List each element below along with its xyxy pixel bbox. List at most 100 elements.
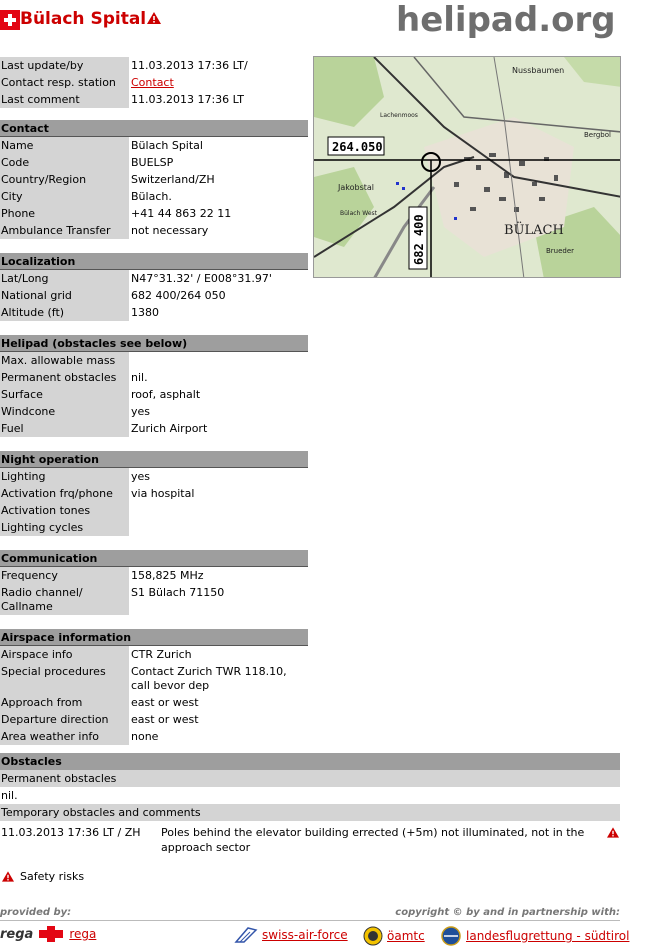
- airspace-section-header: Airspace information: [0, 629, 308, 646]
- communication-section-header: Communication: [0, 550, 308, 567]
- localization-rows: Lat/Long N47°31.32' / E008°31.97' National…: [0, 270, 308, 321]
- airspace-row: Approach from east or west: [0, 694, 308, 711]
- helipad-row-value: roof, asphalt: [131, 388, 201, 401]
- swiss-air-force-partner[interactable]: swiss-air-force: [234, 926, 348, 944]
- helipad-row: Permanent obstacles nil.: [0, 369, 308, 386]
- landesflugrettung-partner[interactable]: landesflugrettung - südtirol: [440, 926, 629, 946]
- airspace-row: Airspace info CTR Zurich: [0, 646, 308, 663]
- communication-row: Frequency 158,825 MHz: [0, 567, 308, 584]
- helipad-rows: Max. allowable mass Permanent obstacles ni…: [0, 352, 308, 437]
- safety-risks-label: Safety risks: [20, 870, 85, 883]
- contact-row: Ambulance Transfer not necessary: [0, 222, 308, 239]
- localization-row-label: Altitude (ft): [0, 304, 129, 321]
- communication-row-label: Radio channel/ Callname: [0, 584, 129, 615]
- map-place-label: Brueder: [546, 247, 574, 255]
- page-header: Bülach Spital helipad.org: [0, 0, 646, 44]
- rega-link[interactable]: rega: [69, 927, 96, 941]
- helipad-logo[interactable]: helipad.org: [396, 0, 616, 40]
- airspace-row-label: Approach from: [0, 694, 129, 711]
- communication-row-label: Frequency: [0, 567, 129, 584]
- last-update-row: Last update/by 11.03.2013 17:36 LT/: [0, 57, 308, 74]
- temporary-obstacle-entry: 11.03.2013 17:36 LT / ZH Poles behind th…: [0, 821, 620, 855]
- communication-row: Radio channel/ Callname S1 Bülach 71150: [0, 584, 308, 615]
- contact-row-value: BUELSP: [131, 156, 174, 169]
- rega-cross-icon: [37, 926, 65, 942]
- warning-icon: [2, 871, 14, 882]
- swiss-air-force-link[interactable]: swiss-air-force: [262, 928, 348, 942]
- night-row: Lighting cycles: [0, 519, 308, 536]
- helipad-row-value: nil.: [131, 371, 148, 384]
- localization-row: National grid 682 400/264 050: [0, 287, 308, 304]
- night-row-value: via hospital: [131, 487, 195, 500]
- contact-row-label: Phone: [0, 205, 129, 222]
- helipad-row-label: Permanent obstacles: [0, 369, 129, 386]
- contact-row: City Bülach.: [0, 188, 308, 205]
- oamtc-partner[interactable]: öamtc: [363, 926, 425, 946]
- contact-row-label: Name: [0, 137, 129, 154]
- airspace-row-label: Special procedures: [0, 663, 129, 694]
- airspace-row: Area weather info none: [0, 728, 308, 745]
- last-comment-value: 11.03.2013 17:36 LT: [131, 93, 245, 106]
- helipad-row: Surface roof, asphalt: [0, 386, 308, 403]
- last-comment-label: Last comment: [0, 91, 129, 108]
- helipad-row-value: yes: [131, 405, 151, 418]
- obstacles-section-header: Obstacles: [0, 753, 620, 770]
- map-image: 264.050 682 400 BÜLACH Nussbaumen Jakobs…: [314, 57, 620, 277]
- copyright-label: copyright © by and in partnership with:: [395, 907, 620, 918]
- contact-row-label: City: [0, 188, 129, 205]
- temporary-obstacle-description: Poles behind the elevator building errec…: [161, 826, 585, 854]
- helipad-row: Windcone yes: [0, 403, 308, 420]
- contact-row-value: Bülach Spital: [131, 139, 203, 152]
- contact-row-value: not necessary: [131, 224, 209, 237]
- permanent-obstacles-header: Permanent obstacles: [0, 770, 620, 787]
- contact-section-header: Contact: [0, 120, 308, 137]
- night-row-label: Lighting cycles: [0, 519, 129, 536]
- contact-link[interactable]: Contact: [131, 76, 174, 89]
- permanent-obstacles-value: nil.: [1, 789, 18, 802]
- oamtc-link[interactable]: öamtc: [387, 929, 425, 943]
- localization-row: Lat/Long N47°31.32' / E008°31.97': [0, 270, 308, 287]
- helipad-row-label: Fuel: [0, 420, 129, 437]
- helipad-row-value: Zurich Airport: [131, 422, 208, 435]
- rega-partner[interactable]: rega rega: [0, 926, 96, 942]
- night-row-label: Activation frq/phone: [0, 485, 129, 502]
- contact-row: Phone +41 44 863 22 11: [0, 205, 308, 222]
- map-place-label: Nussbaumen: [512, 66, 564, 75]
- contact-resp-label: Contact resp. station: [0, 74, 129, 91]
- localization-row-label: National grid: [0, 287, 129, 304]
- contact-row: Name Bülach Spital: [0, 137, 308, 154]
- contact-row-label: Code: [0, 154, 129, 171]
- location-map[interactable]: 264.050 682 400 BÜLACH Nussbaumen Jakobs…: [313, 56, 621, 278]
- last-update-value: 11.03.2013 17:36 LT/: [131, 59, 248, 72]
- rega-logo-text: rega: [0, 926, 34, 942]
- info-panel: Last update/by 11.03.2013 17:36 LT/ Cont…: [0, 57, 308, 745]
- localization-row: Altitude (ft) 1380: [0, 304, 308, 321]
- page-title: Bülach Spital: [20, 9, 147, 29]
- warning-icon: [607, 827, 619, 838]
- contact-row-value: +41 44 863 22 11: [131, 207, 232, 220]
- airspace-rows: Airspace info CTR Zurich Special procedure…: [0, 646, 308, 745]
- airspace-row: Departure direction east or west: [0, 711, 308, 728]
- landesflugrettung-link[interactable]: landesflugrettung - südtirol: [466, 929, 629, 943]
- map-place-label: Bergbol: [584, 131, 611, 139]
- airspace-row: Special procedures Contact Zurich TWR 118…: [0, 663, 308, 694]
- grid-north-label: 264.050: [332, 140, 383, 154]
- airspace-row-label: Airspace info: [0, 646, 129, 663]
- localization-row-value: 682 400/264 050: [131, 289, 226, 302]
- communication-rows: Frequency 158,825 MHz Radio channel/ Calln…: [0, 567, 308, 615]
- communication-row-value: S1 Bülach 71150: [131, 586, 225, 599]
- oamtc-icon: [363, 926, 383, 946]
- landesflugrettung-icon: [441, 926, 461, 946]
- helipad-row-value: [131, 352, 308, 369]
- temporary-obstacles-header: Temporary obstacles and comments: [0, 804, 620, 821]
- airspace-row-label: Departure direction: [0, 711, 129, 728]
- airspace-row-value: Contact Zurich TWR 118.10, call bevor de…: [131, 665, 287, 692]
- last-comment-row: Last comment 11.03.2013 17:36 LT: [0, 91, 308, 108]
- airspace-row-value: CTR Zurich: [131, 648, 192, 661]
- airspace-row-value: east or west: [131, 713, 199, 726]
- grid-east-label: 682 400: [412, 214, 426, 265]
- swiss-air-force-icon: [234, 927, 258, 943]
- contact-row-value: Bülach.: [131, 190, 172, 203]
- contact-row: Code BUELSP: [0, 154, 308, 171]
- helipad-row: Max. allowable mass: [0, 352, 308, 369]
